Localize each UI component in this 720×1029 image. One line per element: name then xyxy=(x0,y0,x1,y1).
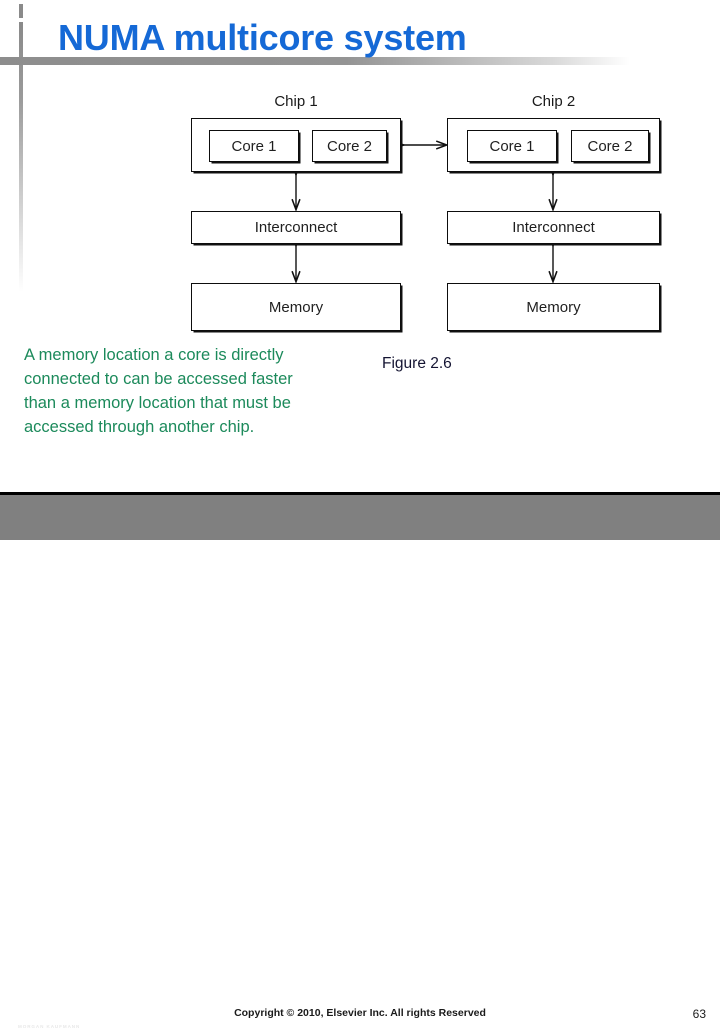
core-box-2-1: Core 1 xyxy=(467,130,557,162)
core-box-1-1: Core 1 xyxy=(209,130,299,162)
chip-label-2: Chip 2 xyxy=(531,93,576,110)
page-number: 63 xyxy=(692,1007,706,1021)
logo-sub-text: MORGAN KAUFMANN xyxy=(18,1024,81,1029)
chip-label-1: Chip 1 xyxy=(274,93,318,110)
memory-box-1: Memory xyxy=(191,283,401,331)
body-text: A memory location a core is directly con… xyxy=(24,346,293,436)
copyright-text: Copyright © 2010, Elsevier Inc. All righ… xyxy=(234,1007,486,1019)
chip-box-1: Core 1 Core 2 xyxy=(191,118,401,172)
interconnect-box-1: Interconnect xyxy=(191,211,401,244)
figure-caption: Figure 2.6 xyxy=(382,355,452,372)
numa-diagram: Chip 1 Core 1 Core 2 Interconnect Memory… xyxy=(0,0,720,345)
core-box-2-2: Core 2 xyxy=(571,130,649,162)
memory-box-2: Memory xyxy=(447,283,660,331)
core-box-1-2: Core 2 xyxy=(312,130,387,162)
interconnect-box-2: Interconnect xyxy=(447,211,660,244)
chip-box-2: Core 1 Core 2 xyxy=(447,118,660,172)
slide-footer: MK MORGAN KAUFMANN Copyright © 2010, Els… xyxy=(0,495,720,1029)
